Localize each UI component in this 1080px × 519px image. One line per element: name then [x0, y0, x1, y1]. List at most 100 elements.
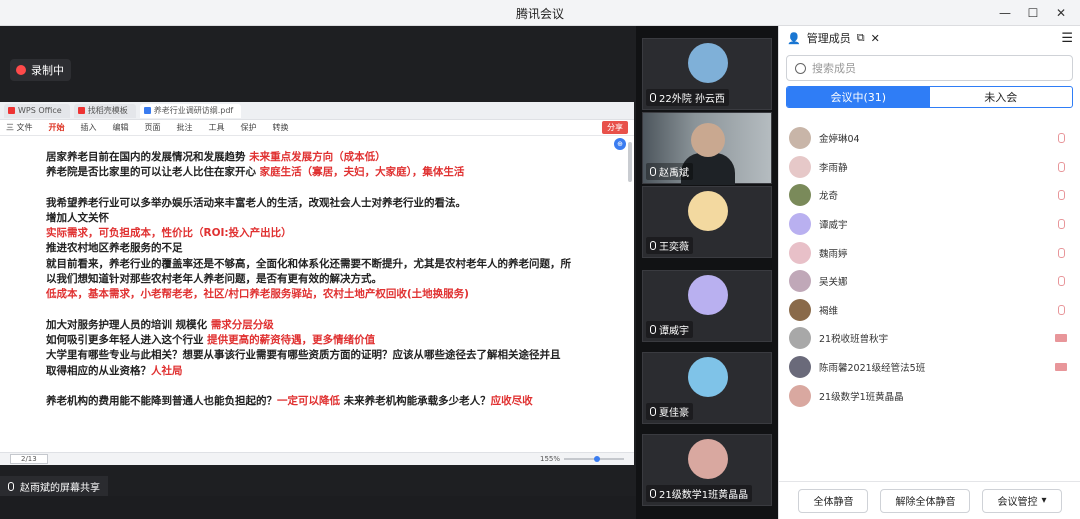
annotation-text: 实际需求，可负担成本，性价比（ROI:投入产出比） [46, 227, 292, 240]
participant-avatar [688, 357, 728, 397]
question-text: 如何吸引更多年轻人进入这个行业 [46, 333, 208, 346]
question-text: 养老机构的费用能不能降到普通人也能负担起的？ [46, 394, 277, 407]
video-tile[interactable]: 赵禹斌 [642, 112, 772, 185]
wps-tab-pdf[interactable]: 养老行业调研访纲.pdf [139, 103, 242, 118]
mic-icon [650, 325, 656, 334]
annotation-text: 低成本，基本需求，小老帮老老，社区/村口养老服务驿站，农村土地产权回收(土地换服… [46, 288, 469, 301]
wps-share-button[interactable]: 分享 [602, 121, 628, 134]
mic-icon [650, 407, 656, 416]
wps-tab-office[interactable]: WPS Office [4, 103, 70, 118]
menu-icon[interactable]: ☰ [1061, 31, 1073, 46]
document-line: 以我们想知道针对那些农村老年人养老问题，是否有更有效的解决方式。 [46, 272, 586, 287]
video-tile[interactable]: 谭威宇 [642, 270, 772, 342]
tab-not-joined[interactable]: 未入会 [930, 87, 1073, 107]
participant-avatar [688, 191, 728, 231]
document-line: 就目前看来，养老行业的覆盖率还是不够高，全面化和体系化还需要不断提升，尤其是农村… [46, 257, 586, 272]
mic-icon [8, 481, 14, 491]
camera-off-icon[interactable] [1055, 334, 1067, 343]
member-row[interactable]: 吴关娜 [779, 267, 1080, 296]
assistant-icon[interactable]: ⊕ [614, 138, 626, 150]
maximize-icon[interactable]: ☐ [1022, 2, 1044, 24]
zoom-slider[interactable] [564, 456, 624, 462]
member-name: 龙奇 [819, 191, 839, 203]
close-icon[interactable]: ✕ [1050, 2, 1072, 24]
wps-statusbar: 2/13 155% [0, 452, 634, 465]
unmute-all-button[interactable]: 解除全体静音 [880, 488, 971, 513]
document-line: 实际需求，可负担成本，性价比（ROI:投入产出比） [46, 226, 586, 241]
mic-muted-icon[interactable] [1058, 161, 1065, 172]
people-icon: 👤 [787, 31, 801, 45]
mic-muted-icon[interactable] [1058, 190, 1065, 201]
title-bar: 腾讯会议 — ☐ ✕ [0, 0, 1080, 26]
participant-avatar [688, 43, 728, 83]
member-row[interactable]: 21级数学1班黄晶晶 [779, 381, 1080, 410]
recording-badge[interactable]: 录制中 [10, 59, 71, 81]
annotation-text: 应收尽收 [490, 394, 533, 407]
video-tile[interactable]: 夏佳豪 [642, 352, 772, 424]
mic-icon [650, 241, 656, 250]
member-row[interactable]: 金婷琳04 [779, 124, 1080, 153]
avatar [789, 270, 811, 293]
menu-insert[interactable]: 插入 [81, 122, 97, 133]
question-text: 加大对服务护理人员的培训 规模化 [46, 318, 211, 331]
annotation-text: 需求分层分级 [210, 318, 274, 331]
menu-home[interactable]: 开始 [49, 122, 65, 133]
member-search-input[interactable]: 搜索成员 [786, 55, 1073, 81]
camera-person-head [691, 123, 725, 157]
screen-share-bar[interactable]: 赵雨斌的屏幕共享 [0, 476, 108, 496]
search-placeholder: 搜索成员 [812, 62, 856, 75]
menu-tools[interactable]: 工具 [209, 122, 225, 133]
avatar [789, 155, 811, 178]
video-tile[interactable]: 22外院 孙云西 [642, 38, 772, 110]
member-row[interactable]: 陈雨馨2021级经管法5班 [779, 353, 1080, 382]
popout-icon[interactable]: ⧉ [857, 31, 865, 45]
menu-edit[interactable]: 编辑 [113, 122, 129, 133]
menu-convert[interactable]: 转换 [273, 122, 289, 133]
mic-muted-icon[interactable] [1058, 247, 1065, 258]
mic-icon [650, 167, 656, 176]
mic-muted-icon[interactable] [1058, 276, 1065, 287]
wps-tab-templates[interactable]: 找稻壳模板 [73, 103, 136, 118]
document-line: 如何吸引更多年轻人进入这个行业 提供更高的薪资待遇，更多情绪价值 [46, 333, 586, 348]
mic-muted-icon[interactable] [1058, 304, 1065, 315]
screen-share-area: 录制中 WPS Office 找稻壳模板 养老行业调研访纲.pdf 三 文件 开… [0, 26, 636, 496]
document-scrollbar[interactable] [628, 142, 632, 182]
member-row[interactable]: 魏雨婷 [779, 238, 1080, 267]
menu-page[interactable]: 页面 [145, 122, 161, 133]
question-text: 未来养老机构能承载多少老人？ [340, 394, 491, 407]
mic-muted-icon[interactable] [1058, 133, 1065, 144]
camera-off-icon[interactable] [1055, 363, 1067, 372]
menu-file[interactable]: 三 文件 [6, 122, 33, 133]
member-row[interactable]: 李雨静 [779, 153, 1080, 182]
minimize-icon[interactable]: — [994, 2, 1016, 24]
member-row[interactable]: 谭威宇 [779, 210, 1080, 239]
member-row[interactable]: 褐维 [779, 296, 1080, 325]
menu-protect[interactable]: 保护 [241, 122, 257, 133]
avatar [789, 127, 811, 150]
document-line: 我希望养老行业可以多举办娱乐活动来丰富老人的生活，改观社会人士对养老行业的看法。 [46, 196, 586, 211]
avatar [789, 356, 811, 379]
member-name: 吴关娜 [819, 277, 848, 289]
avatar [789, 384, 811, 407]
member-name: 21税收班曾秋宇 [819, 334, 889, 346]
document-line: 居家养老目前在国内的发展情况和发展趋势 未来重点发展方向（成本低） [46, 150, 586, 165]
mic-muted-icon[interactable] [1058, 219, 1065, 230]
member-row[interactable]: 21税收班曾秋宇 [779, 324, 1080, 353]
member-row[interactable]: 龙奇 [779, 181, 1080, 210]
meeting-control-button[interactable]: 会议管控 ▾ [982, 488, 1062, 513]
tab-in-meeting[interactable]: 会议中(31) [787, 87, 930, 107]
page-indicator[interactable]: 2/13 [10, 454, 48, 464]
video-tile[interactable]: 21级数学1班黄晶晶 [642, 434, 772, 506]
member-name: 魏雨婷 [819, 248, 848, 260]
mute-all-button[interactable]: 全体静音 [798, 488, 869, 513]
wps-menubar: 三 文件 开始 插入 编辑 页面 批注 工具 保护 转换 分享 [0, 120, 634, 136]
document-line: 加大对服务护理人员的培训 规模化 需求分层分级 [46, 318, 586, 333]
menu-annotate[interactable]: 批注 [177, 122, 193, 133]
participant-name-tag: 夏佳豪 [646, 403, 693, 420]
video-tile[interactable]: 王奕薇 [642, 186, 772, 258]
zoom-control: 155% [540, 455, 624, 463]
close-panel-icon[interactable]: ✕ [871, 32, 880, 45]
panel-title: 管理成员 [806, 32, 851, 45]
avatar [789, 241, 811, 264]
